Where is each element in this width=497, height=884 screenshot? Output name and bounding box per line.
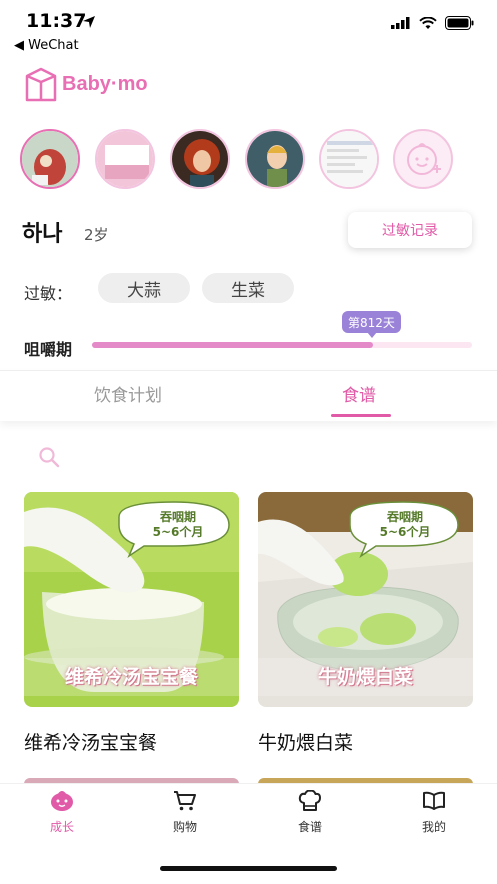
add-baby-icon bbox=[407, 143, 441, 175]
nav-label: 成长 bbox=[49, 820, 74, 834]
tab-bar bbox=[0, 370, 497, 421]
battery-icon bbox=[445, 16, 474, 30]
day-badge: 第812天 bbox=[342, 311, 401, 333]
recipe-title[interactable]: 维希冷汤宝宝餐 bbox=[24, 728, 157, 755]
home-indicator bbox=[160, 866, 337, 871]
recipe-stage-tag: 吞咽期 bbox=[386, 510, 423, 524]
milk-carton-icon bbox=[25, 67, 57, 102]
recipe-image-caption: 维希冷汤宝宝餐 bbox=[64, 666, 198, 688]
nav-label: 购物 bbox=[172, 820, 197, 834]
app-logo: Baby·mo bbox=[24, 66, 148, 102]
recipe-card[interactable]: 吞咽期 5~6个月 牛奶煨白菜 bbox=[258, 492, 473, 707]
recipe-age-tag: 5~6个月 bbox=[379, 525, 431, 539]
back-to-wechat-link[interactable]: ◀ WeChat bbox=[14, 38, 79, 53]
stage-progress-track bbox=[92, 342, 472, 348]
baby-face-icon bbox=[51, 791, 73, 811]
chef-hat-icon bbox=[298, 790, 321, 811]
nav-label: 我的 bbox=[421, 820, 446, 834]
nav-recipes[interactable]: 食谱 bbox=[275, 790, 345, 835]
status-icons bbox=[391, 16, 475, 30]
cellular-signal-icon bbox=[391, 17, 410, 29]
recipe-card[interactable]: 吞咽期 5~6个月 维希冷汤宝宝餐 bbox=[24, 492, 239, 707]
recipe-title[interactable]: 牛奶煨白菜 bbox=[258, 728, 353, 755]
cart-icon bbox=[174, 791, 196, 811]
nav-label: 食谱 bbox=[297, 820, 322, 834]
child-avatar-4[interactable] bbox=[245, 129, 305, 189]
child-avatar-1[interactable] bbox=[20, 129, 80, 189]
active-tab-indicator bbox=[331, 414, 391, 417]
book-icon bbox=[423, 791, 445, 810]
allergy-chip: 生菜 bbox=[202, 273, 294, 303]
location-arrow-icon bbox=[82, 14, 96, 33]
child-avatar-3[interactable] bbox=[170, 129, 230, 189]
stage-label: 咀嚼期 bbox=[24, 340, 73, 359]
tab-diet-plan[interactable]: 饮食计划 bbox=[94, 381, 162, 406]
nav-growth[interactable]: 成长 bbox=[27, 790, 97, 835]
nav-shopping[interactable]: 购物 bbox=[150, 790, 220, 835]
child-name: 하나 bbox=[22, 222, 63, 247]
tab-recipes[interactable]: 食谱 bbox=[342, 381, 376, 406]
recipe-age-tag: 5~6个月 bbox=[152, 525, 204, 539]
status-time: 11:37 bbox=[26, 10, 87, 32]
wifi-icon bbox=[419, 16, 437, 29]
recipe-image-caption: 牛奶煨白菜 bbox=[317, 666, 413, 688]
child-avatar-5[interactable] bbox=[319, 129, 379, 189]
stage-progress-fill bbox=[92, 342, 374, 348]
child-age: 2岁 bbox=[84, 226, 109, 244]
allergy-record-button[interactable]: 过敏记录 bbox=[348, 212, 472, 248]
recipe-stage-tag: 吞咽期 bbox=[159, 510, 196, 524]
day-badge-pointer bbox=[367, 332, 377, 338]
nav-mine[interactable]: 我的 bbox=[399, 790, 469, 835]
child-avatar-2[interactable] bbox=[95, 129, 155, 189]
logo-text: Baby·mo bbox=[62, 72, 148, 95]
add-child-button[interactable] bbox=[393, 129, 453, 189]
search-icon[interactable] bbox=[38, 446, 60, 472]
allergy-label: 过敏： bbox=[24, 284, 73, 303]
allergy-chip: 大蒜 bbox=[98, 273, 190, 303]
